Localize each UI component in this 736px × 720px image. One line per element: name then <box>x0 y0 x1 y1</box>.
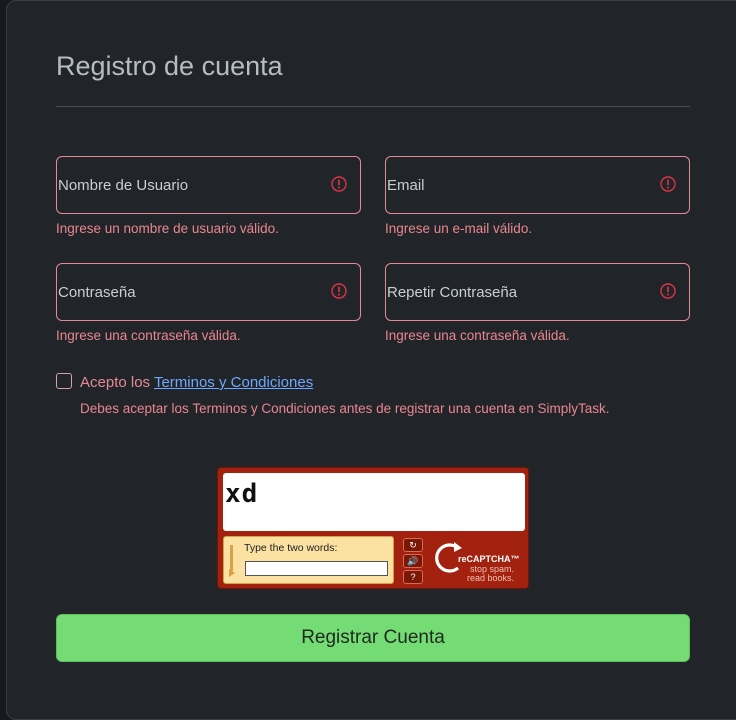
password-label: Contraseña <box>58 284 136 301</box>
email-label: Email <box>387 177 425 194</box>
captcha-challenge-text: xd <box>225 479 259 509</box>
error-icon <box>660 283 676 299</box>
captcha-image: xd <box>223 473 525 531</box>
recaptcha-widget: xd Type the two words: ↻ 🔊 ? reCAPTCHA™ … <box>217 467 529 589</box>
captcha-response-input[interactable] <box>245 561 388 576</box>
error-icon <box>331 283 347 299</box>
captcha-prompt: Type the two words: <box>244 542 338 554</box>
captcha-response-panel: Type the two words: <box>223 536 394 584</box>
terms-prefix: Acepto los <box>80 374 154 391</box>
arrow-icon <box>229 545 235 577</box>
recaptcha-tagline: stop spam. read books. <box>467 565 514 583</box>
register-button[interactable]: Registrar Cuenta <box>56 614 690 662</box>
error-icon <box>331 176 347 192</box>
terms-feedback: Debes aceptar los Terminos y Condiciones… <box>80 401 610 416</box>
email-feedback: Ingrese un e-mail válido. <box>385 221 533 236</box>
email-field[interactable]: Email <box>385 156 690 214</box>
page-title: Registro de cuenta <box>56 51 283 81</box>
repeat-password-feedback: Ingrese una contraseña válida. <box>385 328 570 343</box>
register-card: Registro de cuenta Nombre de Usuario Ing… <box>6 0 736 720</box>
terms-label: Acepto los Terminos y Condiciones <box>80 374 313 391</box>
username-feedback: Ingrese un nombre de usuario válido. <box>56 221 279 236</box>
repeat-password-field[interactable]: Repetir Contraseña <box>385 263 690 321</box>
error-icon <box>660 176 676 192</box>
repeat-password-label: Repetir Contraseña <box>387 284 518 301</box>
password-field[interactable]: Contraseña <box>56 263 361 321</box>
reload-icon[interactable]: ↻ <box>403 538 423 552</box>
terms-link[interactable]: Terminos y Condiciones <box>154 374 313 391</box>
terms-checkbox[interactable] <box>56 373 72 389</box>
help-icon[interactable]: ? <box>403 570 423 584</box>
tagline-line: read books. <box>467 573 515 583</box>
divider <box>56 106 690 107</box>
username-label: Nombre de Usuario <box>58 177 189 194</box>
username-field[interactable]: Nombre de Usuario <box>56 156 361 214</box>
audio-icon[interactable]: 🔊 <box>403 554 423 568</box>
recaptcha-brand: reCAPTCHA™ <box>458 554 520 564</box>
password-feedback: Ingrese una contraseña válida. <box>56 328 241 343</box>
